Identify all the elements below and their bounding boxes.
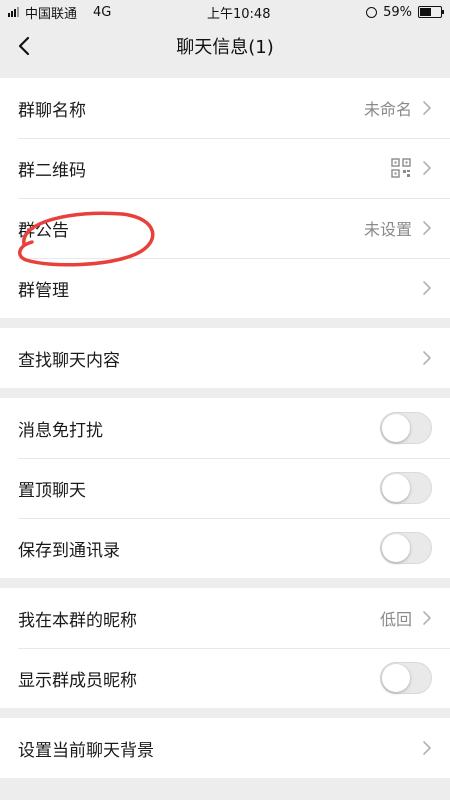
status-right: 59% bbox=[366, 4, 444, 20]
group-notice-value: 未设置 bbox=[363, 220, 412, 239]
section-spacer bbox=[0, 578, 450, 588]
signal-icon bbox=[8, 7, 19, 17]
search-chat-label: 查找聊天内容 bbox=[18, 350, 120, 371]
save-contacts-toggle[interactable] bbox=[380, 532, 432, 564]
sticky-toggle[interactable] bbox=[380, 472, 432, 504]
toggle-knob bbox=[382, 534, 410, 562]
status-time: 上午10:48 bbox=[207, 6, 271, 22]
group-settings: 群聊名称 未命名 群二维码 群公告 未设置 群管理 bbox=[0, 78, 450, 318]
group-notice-row[interactable]: 群公告 未设置 bbox=[0, 198, 450, 258]
chevron-right-icon bbox=[423, 351, 431, 365]
show-nickname-label: 显示群成员昵称 bbox=[18, 670, 137, 691]
chevron-right-icon bbox=[423, 101, 431, 115]
save-contacts-row: 保存到通讯录 bbox=[0, 518, 450, 578]
show-nickname-toggle[interactable] bbox=[380, 662, 432, 694]
section-spacer bbox=[0, 708, 450, 718]
my-nickname-row[interactable]: 我在本群的昵称 低回 bbox=[0, 588, 450, 648]
group-name-row[interactable]: 群聊名称 未命名 bbox=[0, 78, 450, 138]
section-spacer bbox=[0, 318, 450, 328]
my-nickname-right: 低回 bbox=[380, 606, 432, 630]
status-bar: 中国联通 4G 上午10:48 59% bbox=[0, 0, 450, 24]
section-spacer bbox=[0, 68, 450, 78]
group-notice-right: 未设置 bbox=[364, 216, 432, 240]
search-chat-row[interactable]: 查找聊天内容 bbox=[0, 328, 450, 388]
battery-icon bbox=[418, 6, 444, 18]
mute-toggle[interactable] bbox=[380, 412, 432, 444]
nav-bar: 聊天信息(1) bbox=[0, 24, 450, 68]
group-notice-label: 群公告 bbox=[18, 220, 69, 241]
chevron-right-icon bbox=[423, 281, 431, 295]
chevron-right-icon bbox=[423, 611, 431, 625]
status-left: 中国联通 4G bbox=[8, 3, 111, 22]
orientation-lock-icon bbox=[366, 6, 378, 18]
page-title: 聊天信息(1) bbox=[176, 37, 274, 58]
chevron-right-icon bbox=[423, 161, 431, 175]
section-spacer bbox=[0, 388, 450, 398]
toggle-section: 消息免打扰 置顶聊天 保存到通讯录 bbox=[0, 398, 450, 578]
show-nickname-row: 显示群成员昵称 bbox=[0, 648, 450, 708]
group-name-label: 群聊名称 bbox=[18, 100, 86, 121]
sticky-row: 置顶聊天 bbox=[0, 458, 450, 518]
toggle-knob bbox=[382, 414, 410, 442]
chevron-right-icon bbox=[423, 741, 431, 755]
chat-background-row[interactable]: 设置当前聊天背景 bbox=[0, 718, 450, 778]
group-qrcode-right bbox=[390, 157, 432, 179]
sticky-label: 置顶聊天 bbox=[18, 480, 86, 501]
group-qrcode-row[interactable]: 群二维码 bbox=[0, 138, 450, 198]
back-chevron-icon[interactable] bbox=[14, 35, 36, 57]
mute-label: 消息免打扰 bbox=[18, 420, 103, 441]
group-name-value: 未命名 bbox=[363, 100, 412, 119]
search-chat-right bbox=[422, 350, 432, 366]
chat-background-right bbox=[422, 740, 432, 756]
my-nickname-value: 低回 bbox=[379, 610, 412, 629]
background-section: 设置当前聊天背景 bbox=[0, 718, 450, 778]
group-manage-label: 群管理 bbox=[18, 280, 69, 301]
chat-background-label: 设置当前聊天背景 bbox=[18, 740, 154, 761]
group-manage-row[interactable]: 群管理 bbox=[0, 258, 450, 318]
save-contacts-label: 保存到通讯录 bbox=[18, 540, 120, 561]
group-manage-right bbox=[422, 280, 432, 296]
chevron-right-icon bbox=[423, 221, 431, 235]
network-type: 4G bbox=[93, 4, 112, 20]
my-nickname-label: 我在本群的昵称 bbox=[18, 610, 137, 631]
nickname-section: 我在本群的昵称 低回 显示群成员昵称 bbox=[0, 588, 450, 708]
battery-percent: 59% bbox=[383, 4, 412, 20]
group-qrcode-label: 群二维码 bbox=[18, 160, 86, 181]
mute-row: 消息免打扰 bbox=[0, 398, 450, 458]
qr-code-icon bbox=[391, 158, 411, 178]
search-section: 查找聊天内容 bbox=[0, 328, 450, 388]
toggle-knob bbox=[382, 664, 410, 692]
group-name-right: 未命名 bbox=[364, 96, 432, 120]
toggle-knob bbox=[382, 474, 410, 502]
carrier-name: 中国联通 bbox=[25, 6, 78, 22]
